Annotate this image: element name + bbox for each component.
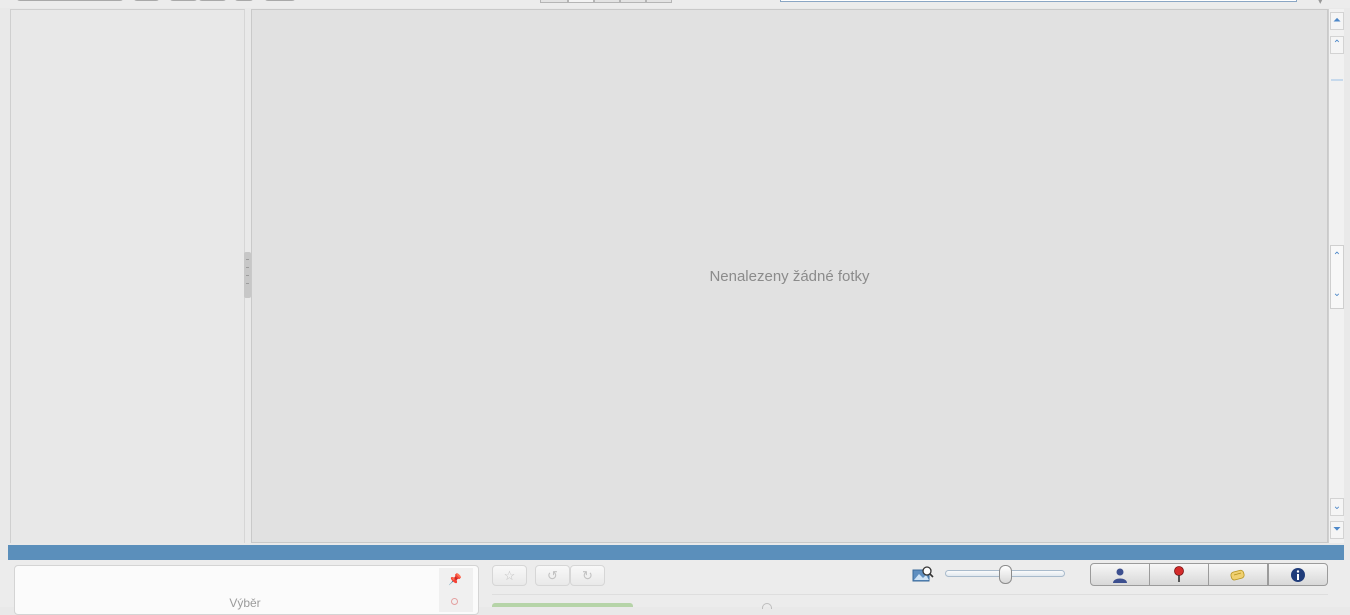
search-input[interactable] [780,0,1297,2]
toolbar-button-filter[interactable] [264,0,296,1]
rating-filter-segment-2[interactable] [568,0,594,3]
photo-grid-area: Nenalezeny žádné fotky [251,9,1328,543]
people-tab[interactable] [1090,563,1150,586]
tag-icon [1230,569,1245,580]
navigation-panel [10,9,245,543]
map-pin-icon [1174,566,1184,582]
thumb-down-arrow[interactable]: ⌄ [1330,286,1344,304]
chevron-up-icon: ⌃ [1332,39,1342,50]
selection-label: Výběr [229,596,261,610]
star-icon: ☆ [503,568,516,583]
toolbar-button-back[interactable] [16,0,124,1]
view-toggle-grid[interactable] [169,0,198,1]
rotate-right-button[interactable]: ↻ [570,565,605,586]
vertical-scrollbar[interactable]: ⏶ ⌃ ⌃ ⌄ ⌄ ⏷ [1328,9,1344,543]
pin-icon[interactable]: 📌 [448,573,462,586]
person-icon [1113,568,1127,583]
info-tab[interactable] [1268,563,1328,586]
selection-tray: Výběr 📌 [14,565,479,615]
empty-state-message: Nenalezeny žádné fotky [709,268,870,285]
double-chevron-up-icon: ⏶ [1333,15,1341,26]
rating-filter-segment-3[interactable] [594,0,620,3]
chevron-down-icon: ⌄ [1332,288,1342,299]
info-panel-tabs [1090,563,1328,586]
rotate-left-icon: ↺ [547,568,558,583]
double-chevron-down-icon: ⏷ [1333,524,1341,535]
scroll-thumb[interactable]: ⌃ ⌄ [1330,245,1344,309]
selection-actions: 📌 [439,568,473,612]
zoom-picture-icon [912,566,934,582]
zoom-slider-knob[interactable] [998,565,1012,584]
rotate-left-button[interactable]: ↺ [535,565,570,586]
rating-filter-segment-4[interactable] [620,0,646,3]
scroll-page-down-button[interactable]: ⌄ [1330,498,1344,516]
top-toolbar: ▾ [0,0,1350,8]
clear-selection-icon[interactable] [451,598,458,605]
scroll-bottom-button[interactable]: ⏷ [1330,521,1344,539]
progress-indicator [492,603,633,607]
rotate-right-icon: ↻ [582,568,593,583]
tags-tab[interactable] [1208,563,1268,586]
scroll-position-marker [1331,79,1343,81]
info-icon [1291,567,1305,582]
chevron-up-icon: ⌃ [1332,251,1342,262]
rating-filter-segment-1[interactable] [540,0,568,3]
toolbar-button-small[interactable] [133,0,160,1]
scroll-page-up-button[interactable]: ⌃ [1330,36,1344,54]
places-tab[interactable] [1149,563,1209,586]
status-circle-icon [762,603,772,609]
thumb-up-arrow[interactable]: ⌃ [1330,249,1344,267]
view-toggle-list[interactable] [198,0,227,1]
chevron-down-icon: ⌄ [1332,501,1342,512]
panel-splitter-handle[interactable] [244,252,251,298]
favorite-button[interactable]: ☆ [492,565,527,586]
panel-divider-bar[interactable] [8,545,1344,560]
dropdown-arrow-icon[interactable]: ▾ [1318,0,1323,7]
scroll-top-button[interactable]: ⏶ [1330,12,1344,30]
toolbar-button-sort[interactable] [234,0,254,1]
toolbar-divider [492,594,1328,595]
rating-filter-segment-5[interactable] [646,0,672,3]
